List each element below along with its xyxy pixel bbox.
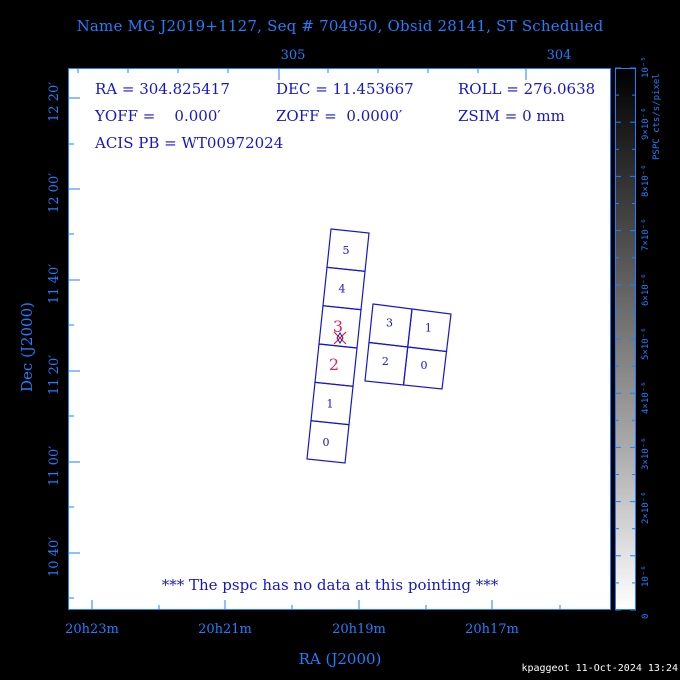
info-dec: DEC = 11.453667 <box>276 80 414 98</box>
colorbar-label: 5×10⁻⁶ <box>641 327 651 360</box>
y-tick-label: 11 20′ <box>47 354 62 395</box>
y-tick-label: 11 00′ <box>47 445 62 486</box>
colorbar-label: 10⁻⁵ <box>641 56 651 78</box>
colorbar-label: 2×10⁻⁶ <box>641 491 651 524</box>
x-tick-label: 20h17m <box>465 622 519 637</box>
footer-stamp: kpaggeot 11-Oct-2024 13:24 <box>521 663 678 674</box>
x-tick-label: 20h21m <box>198 622 252 637</box>
colorbar-label: 10⁻⁶ <box>641 565 651 587</box>
x-tick-label: 20h19m <box>332 622 386 637</box>
colorbar-label: 4×10⁻⁶ <box>641 381 651 414</box>
colorbar-label: 8×10⁻⁶ <box>641 164 651 197</box>
x-axis-title: RA (J2000) <box>298 650 382 668</box>
colorbar-label: 0 <box>641 613 651 619</box>
colorbar-label: 3×10⁻⁶ <box>641 437 651 470</box>
info-acis-pb: ACIS PB = WT00972024 <box>95 134 284 152</box>
info-zoff: ZOFF = 0.0000′ <box>276 107 403 125</box>
info-zsim: ZSIM = 0 mm <box>458 107 565 125</box>
y-axis-title: Dec (J2000) <box>18 302 36 392</box>
figure-title: Name MG J2019+1127, Seq # 704950, Obsid … <box>76 17 604 35</box>
y-tick-label: 10 40′ <box>47 536 62 577</box>
y-tick-label: 12 00′ <box>47 172 62 213</box>
top-axis-label-304: 304 <box>546 48 572 63</box>
y-tick-label: 11 40′ <box>47 263 62 304</box>
colorbar-label: 6×10⁻⁶ <box>641 273 651 306</box>
info-yoff: YOFF = 0.000′ <box>95 107 221 125</box>
no-data-note: *** The pspc has no data at this pointin… <box>161 576 499 594</box>
info-ra: RA = 304.825417 <box>95 80 230 98</box>
info-roll: ROLL = 276.0638 <box>458 80 596 98</box>
colorbar <box>615 68 636 610</box>
y-tick-label: 12 20′ <box>47 81 62 122</box>
top-axis-label-305: 305 <box>280 48 306 63</box>
x-tick-label: 20h23m <box>65 622 119 637</box>
colorbar-label: 7×10⁻⁶ <box>641 218 651 251</box>
colorbar-unit-label: PSPC cts/s/pixel <box>652 73 662 160</box>
colorbar-label: 9×10⁻⁶ <box>641 107 651 140</box>
